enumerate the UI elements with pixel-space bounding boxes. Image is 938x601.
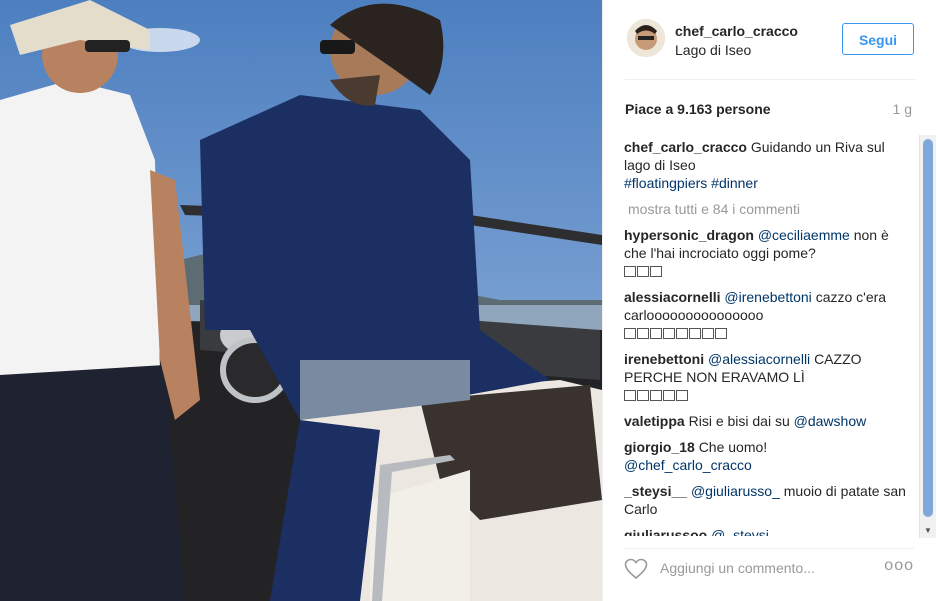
list-item: hypersonic_dragon @ceciliaemme non è che… xyxy=(624,226,906,280)
scrollbar-thumb[interactable] xyxy=(923,139,933,517)
show-all-comments-link[interactable]: mostra tutti e 84 i commenti xyxy=(628,200,906,218)
comment-username[interactable]: giorgio_18 xyxy=(624,439,695,455)
emoji-row xyxy=(624,325,728,341)
post-footer: Aggiungi un commento... ooo xyxy=(624,548,914,589)
scroll-down-arrow-icon[interactable]: ▼ xyxy=(924,526,932,535)
list-item: giorgio_18 Che uomo! @chef_carlo_cracco xyxy=(624,438,906,474)
comments-list: chef_carlo_cracco Guidando un Riva sul l… xyxy=(624,138,906,536)
post-header: chef_carlo_cracco Lago di Iseo Segui xyxy=(625,17,915,80)
list-item: irenebettoni @alessiacornelli CAZZO PERC… xyxy=(624,350,906,404)
avatar-image xyxy=(627,19,665,57)
more-options-button[interactable]: ooo xyxy=(884,557,914,575)
post-location[interactable]: Lago di Iseo xyxy=(675,42,751,58)
comment-mention[interactable]: @chef_carlo_cracco xyxy=(624,457,752,473)
list-item: valetippa Risi e bisi dai su @dawshow xyxy=(624,412,906,430)
likes-count[interactable]: Piace a 9.163 persone xyxy=(625,101,771,117)
list-item: alessiacornelli @irenebettoni cazzo c'er… xyxy=(624,288,906,342)
boat-photo-image xyxy=(0,0,602,601)
caption: chef_carlo_cracco Guidando un Riva sul l… xyxy=(624,138,906,192)
follow-button[interactable]: Segui xyxy=(842,23,914,55)
comment-mention[interactable]: @_steysi xyxy=(711,527,769,536)
caption-hashtags[interactable]: #floatingpiers #dinner xyxy=(624,175,758,191)
comments-scrollbar[interactable]: ▼ xyxy=(919,135,936,538)
post-username[interactable]: chef_carlo_cracco xyxy=(675,23,798,39)
comment-username[interactable]: _steysi__ xyxy=(624,483,687,499)
heart-icon[interactable] xyxy=(624,558,648,580)
emoji-row xyxy=(624,387,689,403)
comment-username[interactable]: irenebettoni xyxy=(624,351,704,367)
comment-username[interactable]: alessiacornelli xyxy=(624,289,721,305)
list-item: _steysi__ @giuliarusso_ muoio di patate … xyxy=(624,482,906,518)
post-time[interactable]: 1 g xyxy=(893,101,912,117)
emoji-row xyxy=(624,263,663,279)
add-comment-input[interactable]: Aggiungi un commento... xyxy=(660,560,815,576)
list-item: giuliarussoo @_steysi xyxy=(624,526,906,536)
comment-username[interactable]: hypersonic_dragon xyxy=(624,227,754,243)
caption-username[interactable]: chef_carlo_cracco xyxy=(624,139,747,155)
comment-mention[interactable]: @irenebettoni xyxy=(724,289,811,305)
comment-text: Risi e bisi dai su xyxy=(688,413,790,429)
comment-mention[interactable]: @alessiacornelli xyxy=(708,351,810,367)
post-photo[interactable] xyxy=(0,0,602,601)
comment-mention[interactable]: @ceciliaemme xyxy=(758,227,850,243)
comment-mention[interactable]: @giuliarusso_ xyxy=(691,483,780,499)
comment-username[interactable]: valetippa xyxy=(624,413,685,429)
comment-text: Che uomo! xyxy=(698,439,768,455)
comment-username[interactable]: giuliarussoo xyxy=(624,527,707,536)
comment-mention[interactable]: @dawshow xyxy=(794,413,867,429)
avatar[interactable] xyxy=(627,19,665,57)
